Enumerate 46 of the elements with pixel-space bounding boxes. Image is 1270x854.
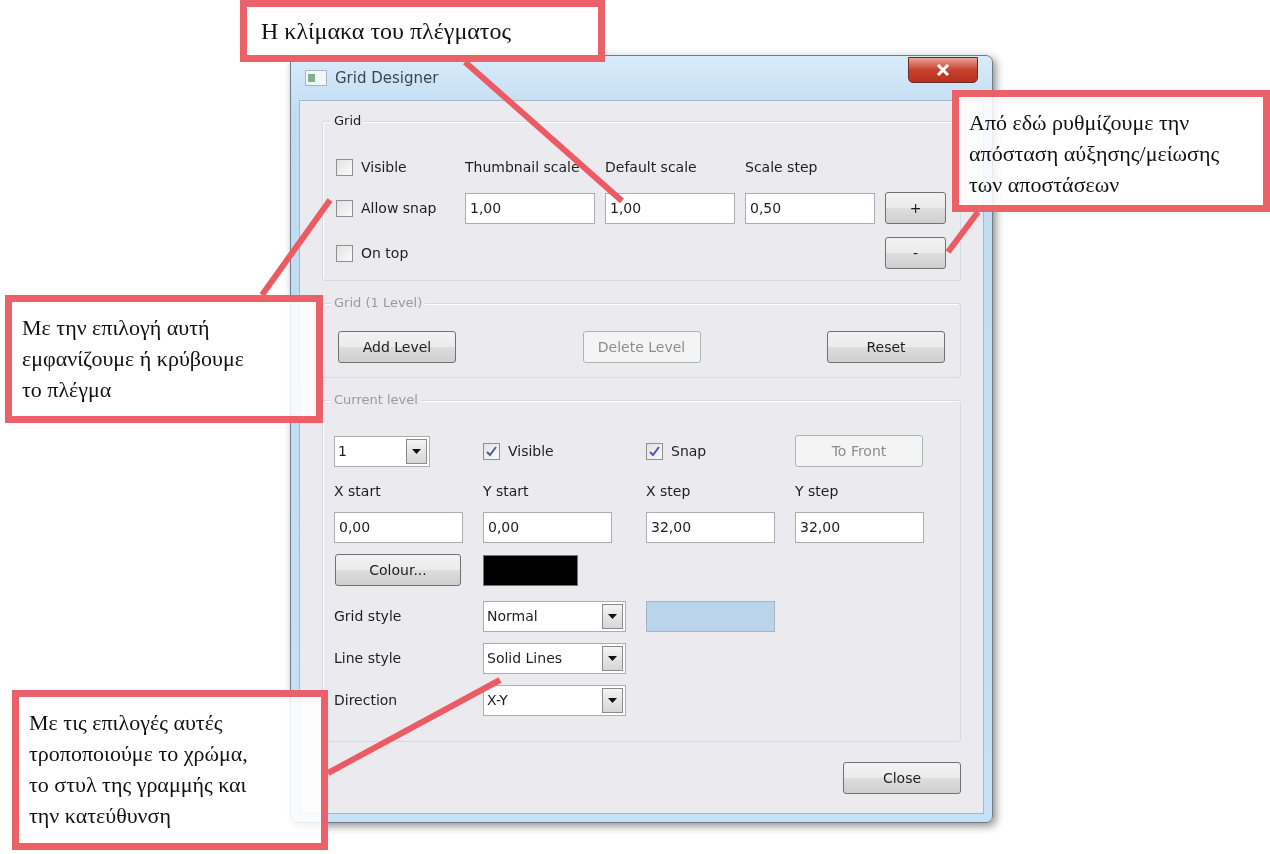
- checkbox[interactable]: [336, 158, 353, 176]
- close-icon[interactable]: [908, 57, 978, 83]
- window-icon: [305, 70, 327, 86]
- field-label: Default scale: [605, 159, 698, 175]
- checkbox-label: Visible: [361, 159, 407, 175]
- dropdown[interactable]: Solid Lines: [483, 642, 626, 674]
- input-field[interactable]: 0,50: [745, 192, 875, 224]
- checkbox[interactable]: [646, 442, 663, 460]
- level-button[interactable]: Reset: [827, 331, 945, 363]
- field-label: Y step: [795, 483, 839, 499]
- checkbox[interactable]: [336, 199, 353, 217]
- input-field[interactable]: 1,00: [605, 192, 735, 224]
- close-button[interactable]: Close: [843, 762, 961, 794]
- callout-note: Με την επιλογή αυτή εμφανίζουμε ή κρύβουμε το πλέγμα: [5, 295, 323, 423]
- step-button[interactable]: -: [885, 237, 946, 269]
- leader-line: [945, 210, 981, 254]
- input-field[interactable]: 0,00: [334, 511, 463, 543]
- input-field[interactable]: 32,00: [646, 511, 775, 543]
- dropdown[interactable]: Normal: [483, 600, 626, 632]
- callout-note: Η κλίμακα του πλέγματος: [240, 0, 605, 62]
- dropdown[interactable]: 1: [334, 435, 430, 467]
- input-field[interactable]: 32,00: [795, 511, 924, 543]
- checkbox[interactable]: [483, 442, 500, 460]
- checkbox[interactable]: [336, 244, 353, 262]
- checkbox-label: Snap: [671, 443, 707, 459]
- field-label: Scale step: [745, 159, 819, 175]
- step-button[interactable]: +: [885, 192, 946, 224]
- field-label: Y start: [483, 483, 529, 499]
- field-label: X start: [334, 483, 381, 499]
- checkbox-label: Allow snap: [361, 200, 437, 216]
- window-title: Grid Designer: [335, 69, 439, 87]
- field-label: Direction: [334, 692, 398, 708]
- group-label: Grid (1 Level): [331, 295, 426, 311]
- field-label: Line style: [334, 650, 402, 666]
- input-field[interactable]: 1,00: [465, 192, 595, 224]
- level-button[interactable]: Add Level: [338, 331, 456, 363]
- field-label: Thumbnail scale: [465, 159, 581, 175]
- colour-button[interactable]: Colour...: [335, 554, 461, 586]
- field-label: X step: [646, 483, 691, 499]
- checkbox-label: On top: [361, 245, 409, 261]
- callout-note: Από εδώ ρυθμίζουμε την απόσταση αύξησης/μείωσης των αποστάσεων: [952, 90, 1270, 212]
- checkbox-label: Visible: [508, 443, 554, 459]
- dropdown[interactable]: X-Y: [483, 684, 626, 716]
- input-field[interactable]: 0,00: [483, 511, 612, 543]
- callout-note: Με τις επιλογές αυτές τροποποιούμε το χρώμα, το στυλ της γραμμής και την κατεύθυνση: [12, 690, 328, 850]
- field-label: Grid style: [334, 608, 402, 624]
